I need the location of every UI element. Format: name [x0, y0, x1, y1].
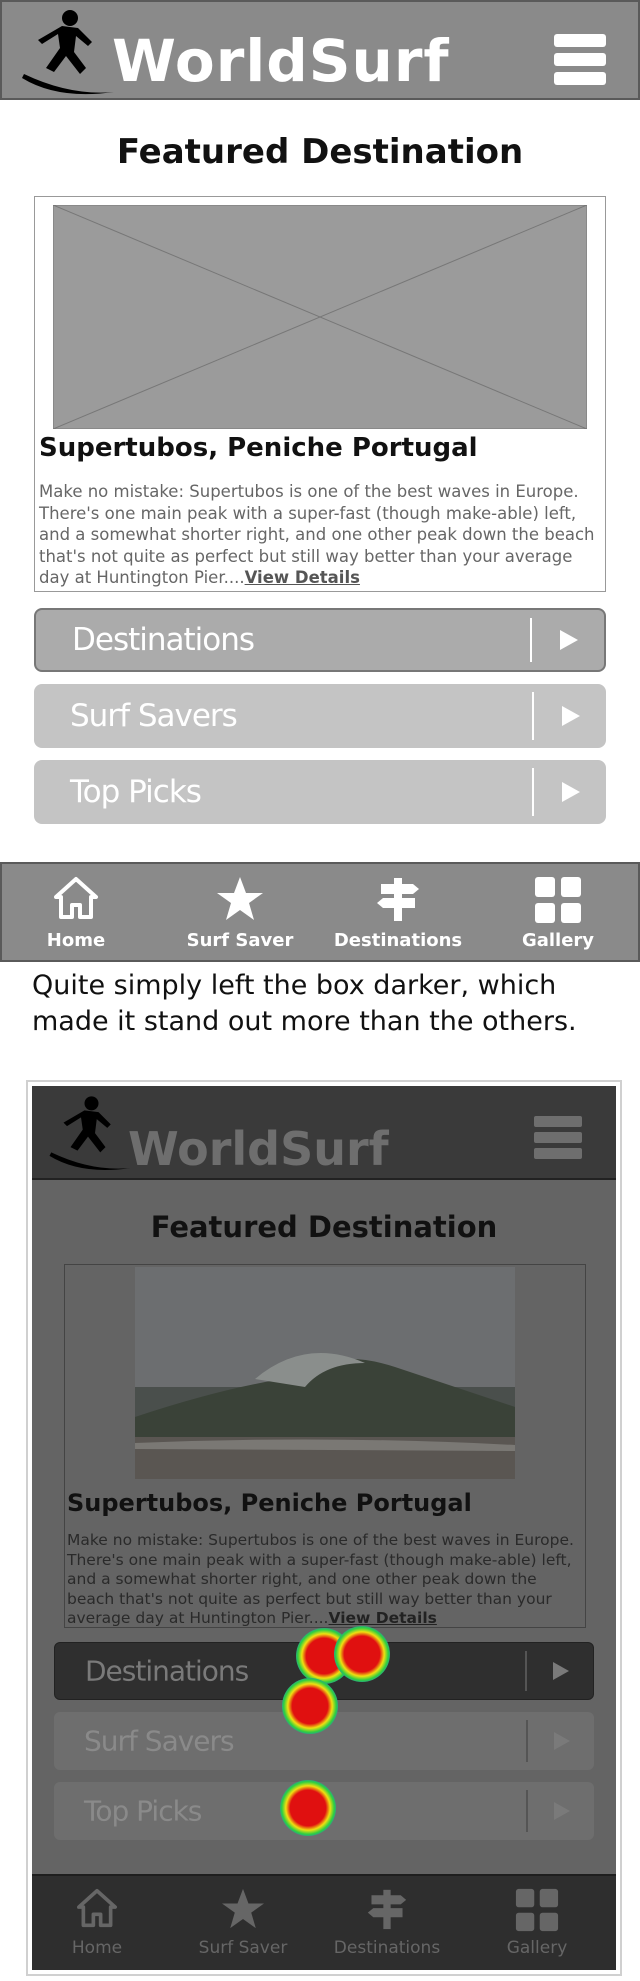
- hamburger-menu-icon[interactable]: [554, 34, 606, 88]
- heatmap-hotspot: [282, 1678, 338, 1734]
- design-note-caption: Quite simply left the box darker, which …: [32, 970, 577, 1037]
- nav-surf-saver[interactable]: Surf Saver: [170, 864, 310, 960]
- view-details-link[interactable]: View Details: [245, 568, 360, 587]
- app-header: WorldSurf: [32, 1086, 616, 1180]
- featured-heading: Featured Destination: [150, 1210, 498, 1244]
- signpost-icon: [377, 878, 419, 921]
- surfer-logo-icon: [49, 1096, 130, 1170]
- view-details-link[interactable]: View Details: [329, 1609, 437, 1627]
- play-arrow-icon: [562, 706, 580, 726]
- accordion-top-picks[interactable]: Top Picks: [34, 760, 606, 824]
- wireframe-mockup: WorldSurf Featured Destination Supertubo…: [0, 0, 640, 962]
- heatmap-hotspot: [334, 1626, 390, 1682]
- accordion-surf-savers[interactable]: Surf Savers: [34, 684, 606, 748]
- nav-destinations[interactable]: Destinations: [322, 1876, 452, 1970]
- featured-card: Supertubos, Peniche Portugal Make no mis…: [34, 196, 606, 592]
- star-icon: [222, 1888, 264, 1929]
- destination-title: Supertubos, Peniche Portugal: [67, 1489, 472, 1517]
- grid-icon: [535, 877, 581, 923]
- signpost-icon: [367, 1889, 407, 1930]
- featured-heading: Featured Destination: [116, 132, 524, 172]
- accordion-label: Surf Savers: [70, 698, 238, 734]
- play-arrow-icon: [554, 1732, 570, 1750]
- destination-description: Make no mistake: Supertubos is one of th…: [39, 482, 595, 587]
- play-arrow-icon: [553, 1662, 569, 1680]
- surfer-logo-icon: [22, 10, 114, 95]
- bottom-nav: Home Surf Saver Destinations Gallery: [0, 862, 640, 962]
- accordion-destinations[interactable]: Destinations: [34, 608, 606, 672]
- destination-title: Supertubos, Peniche Portugal: [39, 433, 478, 463]
- nav-home[interactable]: Home: [6, 864, 146, 960]
- heatmap-hotspot: [280, 1780, 336, 1836]
- nav-home[interactable]: Home: [32, 1876, 162, 1970]
- featured-card: Supertubos, Peniche Portugal Make no mis…: [64, 1264, 586, 1628]
- star-icon: [217, 877, 263, 920]
- accordion-label: Top Picks: [70, 774, 202, 810]
- destination-description: Make no mistake: Supertubos is one of th…: [67, 1531, 574, 1627]
- play-arrow-icon: [560, 630, 578, 650]
- accordion-label: Destinations: [72, 622, 255, 658]
- app-header: WorldSurf: [0, 0, 640, 100]
- image-placeholder: [53, 205, 587, 429]
- bottom-nav: Home Surf Saver Destinations Gallery: [32, 1874, 616, 1970]
- nav-gallery[interactable]: Gallery: [488, 864, 628, 960]
- play-arrow-icon: [562, 782, 580, 802]
- hamburger-menu-icon[interactable]: [534, 1116, 582, 1164]
- play-arrow-icon: [554, 1802, 570, 1820]
- home-icon: [54, 877, 98, 919]
- home-icon: [77, 1888, 117, 1928]
- nav-surf-saver[interactable]: Surf Saver: [178, 1876, 308, 1970]
- brand-name: WorldSurf: [112, 27, 450, 95]
- heatmap-mockup: WorldSurf Featured Destination Supertubo…: [32, 1086, 616, 1970]
- grid-icon: [515, 1888, 559, 1932]
- wave-photo: [135, 1267, 515, 1479]
- nav-gallery[interactable]: Gallery: [472, 1876, 602, 1970]
- brand-name: WorldSurf: [128, 1122, 389, 1176]
- nav-destinations[interactable]: Destinations: [328, 864, 468, 960]
